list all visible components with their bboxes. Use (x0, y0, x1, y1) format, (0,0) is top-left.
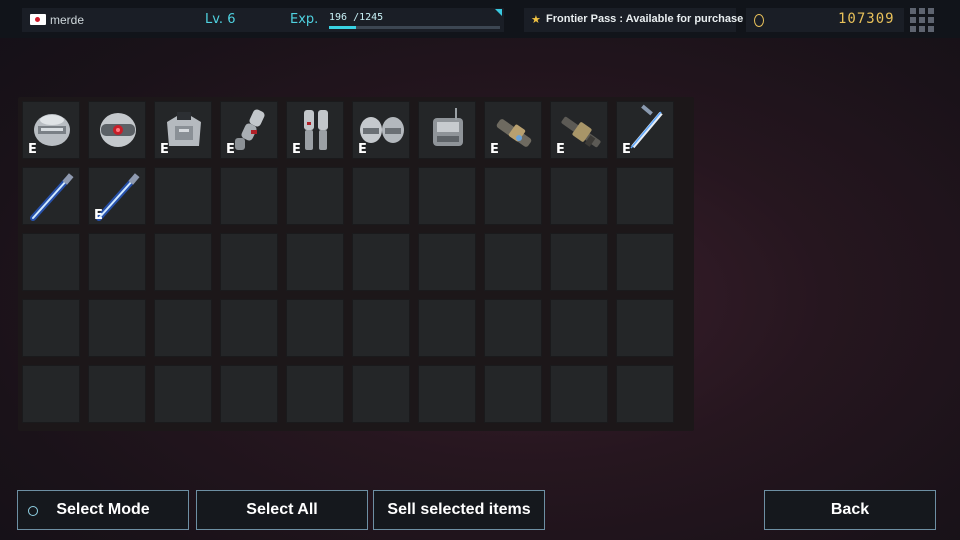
inventory-slot-empty[interactable] (22, 233, 80, 291)
inventory-slot-empty[interactable] (154, 299, 212, 357)
inventory-slot-empty[interactable] (616, 299, 674, 357)
inventory-slot-empty[interactable] (286, 299, 344, 357)
equipped-marker: E (490, 142, 499, 157)
exp-value: 196 /1245 (329, 12, 384, 23)
inventory-slot-empty[interactable] (154, 365, 212, 423)
inventory-slot-item[interactable]: E (352, 101, 410, 159)
equipped-marker: E (94, 208, 103, 223)
exp-progress-bar (329, 26, 500, 29)
back-button[interactable]: Back (764, 490, 936, 530)
sell-selected-button[interactable]: Sell selected items (373, 490, 545, 530)
select-mode-label: Select Mode (56, 501, 150, 518)
exp-progress-fill (329, 26, 356, 29)
inventory-slot-empty[interactable] (88, 233, 146, 291)
inventory-slot-item[interactable]: E (616, 101, 674, 159)
inventory-slot-item[interactable]: E (286, 101, 344, 159)
sell-selected-label: Sell selected items (387, 501, 531, 518)
inventory-slot-empty[interactable] (286, 167, 344, 225)
inventory-slot-item[interactable]: E (88, 167, 146, 225)
equipped-marker: E (292, 142, 301, 157)
inventory-slot-empty[interactable] (220, 365, 278, 423)
inventory-slot-empty[interactable] (550, 299, 608, 357)
inventory-slot-empty[interactable] (418, 167, 476, 225)
inventory-slot-item[interactable]: E (22, 101, 80, 159)
inventory-slot-empty[interactable] (220, 167, 278, 225)
inventory-slot-empty[interactable] (550, 365, 608, 423)
inventory-slot-item[interactable]: E (154, 101, 212, 159)
inventory-slot-empty[interactable] (418, 233, 476, 291)
inventory-slot-empty[interactable] (418, 365, 476, 423)
inventory-slot-empty[interactable] (616, 233, 674, 291)
inventory-slot-empty[interactable] (154, 233, 212, 291)
back-label: Back (830, 501, 870, 518)
inventory-slot-empty[interactable] (616, 365, 674, 423)
inventory-slot-empty[interactable] (550, 167, 608, 225)
select-all-button[interactable]: Select All (196, 490, 368, 530)
top-status-bar: merde Lv. 6 Exp. 196 /1245 ★ Frontier Pa… (0, 0, 960, 38)
star-icon: ★ (531, 14, 541, 26)
equipped-marker: E (226, 142, 235, 157)
menu-grid-icon[interactable] (910, 8, 934, 32)
corner-indicator-icon (495, 9, 502, 16)
inventory-slot-empty[interactable] (484, 299, 542, 357)
currency-amount: 107309 (838, 11, 895, 27)
frontier-pass-text[interactable]: Frontier Pass : Available for purchase (546, 13, 743, 25)
inventory-slot-empty[interactable] (484, 233, 542, 291)
inventory-slot-empty[interactable] (220, 233, 278, 291)
select-all-label: Select All (246, 501, 318, 518)
inventory-slot-item[interactable]: E (484, 101, 542, 159)
inventory-slot-empty[interactable] (88, 299, 146, 357)
inventory-slot-item[interactable]: E (220, 101, 278, 159)
player-level: Lv. 6 (205, 12, 236, 27)
inventory-slot-empty[interactable] (352, 365, 410, 423)
exp-label: Exp. (290, 12, 319, 27)
inventory-slot-empty[interactable] (550, 233, 608, 291)
inventory-slot-empty[interactable] (352, 167, 410, 225)
inventory-slot-item[interactable] (88, 101, 146, 159)
player-name: merde (50, 13, 85, 27)
equipped-marker: E (358, 142, 367, 157)
inventory-slot-item[interactable] (22, 167, 80, 225)
inventory-slot-empty[interactable] (418, 299, 476, 357)
inventory-slot-empty[interactable] (22, 365, 80, 423)
equipped-marker: E (622, 142, 631, 157)
inventory-slot-empty[interactable] (22, 299, 80, 357)
inventory-slot-empty[interactable] (154, 167, 212, 225)
select-mode-button[interactable]: Select Mode (17, 490, 189, 530)
inventory-slot-empty[interactable] (616, 167, 674, 225)
equipped-marker: E (556, 142, 565, 157)
equipped-marker: E (160, 142, 169, 157)
inventory-grid: E E E E E E E E E (18, 97, 694, 431)
equipped-marker: E (28, 142, 37, 157)
inventory-slot-empty[interactable] (352, 299, 410, 357)
inventory-slot-empty[interactable] (286, 365, 344, 423)
inventory-slot-empty[interactable] (484, 365, 542, 423)
inventory-slot-empty[interactable] (220, 299, 278, 357)
inventory-slot-empty[interactable] (88, 365, 146, 423)
japan-flag-icon (30, 14, 46, 25)
inventory-slot-item[interactable] (418, 101, 476, 159)
inventory-slot-empty[interactable] (286, 233, 344, 291)
coin-icon (754, 14, 764, 27)
inventory-slot-empty[interactable] (352, 233, 410, 291)
player-panel (22, 8, 198, 32)
radio-icon (28, 506, 38, 516)
inventory-slot-empty[interactable] (484, 167, 542, 225)
inventory-slot-item[interactable]: E (550, 101, 608, 159)
